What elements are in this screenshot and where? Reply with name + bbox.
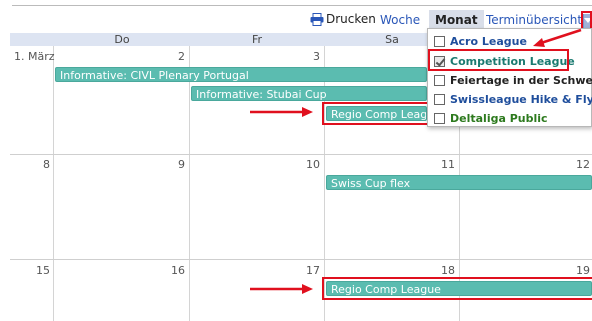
tab-overview[interactable]: Terminübersicht: [486, 13, 582, 27]
checkbox-deltaliga[interactable]: [434, 112, 445, 124]
checkbox-acro-league[interactable]: [434, 35, 445, 47]
filter-label: Feiertage in der Schweiz: [450, 73, 592, 87]
red-arrow-icon: [250, 107, 313, 117]
filter-item-acro-league[interactable]: Acro League: [434, 33, 527, 49]
day-number: 12: [576, 158, 590, 171]
print-button[interactable]: Drucken: [310, 12, 376, 26]
week-divider: [10, 154, 592, 155]
print-label: Drucken: [326, 12, 376, 26]
day-number: 19: [576, 264, 590, 277]
tab-week[interactable]: Woche: [380, 13, 420, 27]
checkbox-swissleague[interactable]: [434, 93, 445, 105]
red-arrow-icon: [533, 28, 582, 47]
red-arrow-icon: [250, 284, 313, 294]
checkbox-feiertage[interactable]: [434, 74, 445, 86]
event-civl-plenary[interactable]: Informative: CIVL Plenary Portugal: [55, 67, 427, 82]
filter-highlight-box: [428, 49, 569, 71]
filter-item-swissleague[interactable]: Swissleague Hike & Fly: [434, 91, 592, 107]
printer-icon: [310, 12, 324, 26]
calendar-toolbar: Drucken Woche Monat Terminübersicht: [0, 10, 592, 32]
grid-line: [189, 46, 190, 321]
day-number: 8: [43, 158, 50, 171]
week-divider: [10, 259, 592, 260]
day-number: 15: [36, 264, 50, 277]
event-swiss-cup-flex[interactable]: Swiss Cup flex: [326, 175, 592, 190]
day-header-thursday: Do: [114, 33, 130, 46]
day-number: 3: [313, 50, 320, 63]
filter-label: Deltaliga Public: [450, 111, 548, 125]
event-stubai-cup[interactable]: Informative: Stubai Cup: [191, 86, 427, 101]
day-number: 9: [178, 158, 185, 171]
day-number: 10: [306, 158, 320, 171]
event-highlight-box: [322, 277, 592, 300]
event-highlight-box: [322, 102, 428, 125]
filter-label: Acro League: [450, 34, 527, 48]
filter-label: Swissleague Hike & Fly: [450, 92, 592, 106]
grid-line: [53, 46, 54, 321]
filter-item-deltaliga[interactable]: Deltaliga Public: [434, 110, 548, 126]
day-number: 1. März: [14, 50, 55, 63]
day-number: 18: [441, 264, 455, 277]
day-number: 17: [306, 264, 320, 277]
day-header-friday: Fr: [251, 33, 263, 46]
top-border: [12, 5, 592, 6]
filter-item-feiertage[interactable]: Feiertage in der Schweiz: [434, 72, 592, 88]
day-number: 16: [171, 264, 185, 277]
day-number: 2: [178, 50, 185, 63]
day-number: 11: [441, 158, 455, 171]
